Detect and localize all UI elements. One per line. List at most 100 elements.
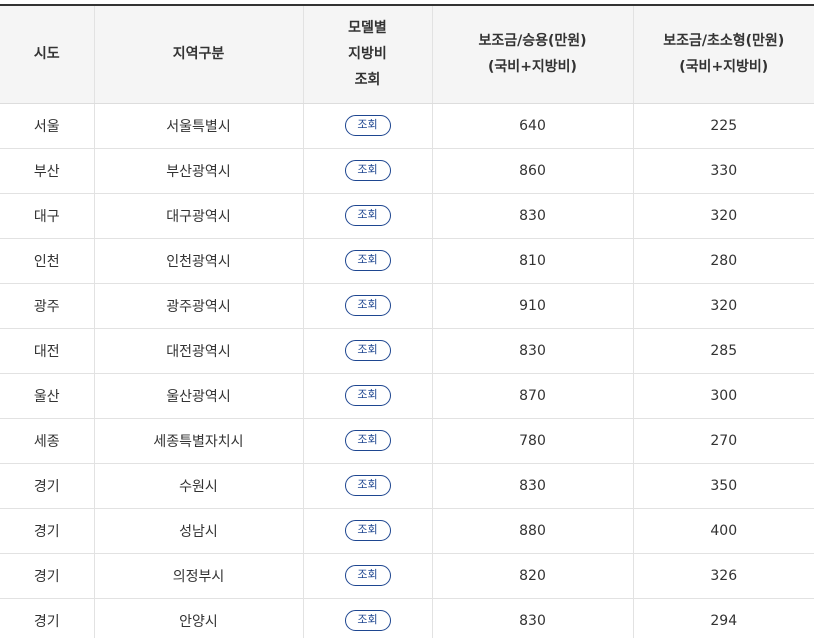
model-lookup-cell: 조회 (302, 103, 432, 149)
subsidy-passenger-cell: 780 (431, 418, 633, 464)
model-lookup-cell: 조회 (302, 283, 432, 329)
subsidy-passenger-cell: 830 (431, 463, 633, 509)
header-subsidy-passenger-line: (국비+지방비) (488, 59, 577, 76)
subsidy-micro-cell: 285 (632, 328, 814, 374)
region-cell: 서울특별시 (93, 103, 303, 149)
sido-cell: 인천 (0, 238, 94, 284)
sido-cell: 경기 (0, 463, 94, 509)
region-cell: 광주광역시 (93, 283, 303, 329)
region-cell: 의정부시 (93, 553, 303, 599)
table-body: 서울 서울특별시 조회 640 225 부산 부산광역시 조회 860 330 대구 대구광역시 조회 8… (0, 103, 814, 638)
subsidy-table: 시도 지역구분 모델별 지방비 조회 보조금/승용(만원) (국비+지방비) 보… (0, 4, 814, 638)
header-region: 지역구분 (93, 4, 303, 104)
lookup-button[interactable]: 조회 (344, 295, 391, 316)
model-lookup-cell: 조회 (302, 598, 432, 638)
model-lookup-cell: 조회 (302, 373, 432, 419)
header-subsidy-micro: 보조금/초소형(만원) (국비+지방비) (632, 4, 814, 104)
header-model-lookup-line: 조회 (354, 72, 381, 89)
table-header: 시도 지역구분 모델별 지방비 조회 보조금/승용(만원) (국비+지방비) 보… (0, 4, 814, 104)
sido-cell: 부산 (0, 148, 94, 194)
region-cell: 울산광역시 (93, 373, 303, 419)
table-row: 서울 서울특별시 조회 640 225 (0, 103, 814, 149)
lookup-button[interactable]: 조회 (344, 250, 391, 271)
table-row: 울산 울산광역시 조회 870 300 (0, 373, 814, 419)
subsidy-passenger-cell: 830 (431, 328, 633, 374)
subsidy-passenger-cell: 880 (431, 508, 633, 554)
model-lookup-cell: 조회 (302, 148, 432, 194)
table-row: 경기 안양시 조회 830 294 (0, 598, 814, 638)
subsidy-micro-cell: 270 (632, 418, 814, 464)
subsidy-passenger-cell: 830 (431, 598, 633, 638)
region-cell: 인천광역시 (93, 238, 303, 284)
region-cell: 대전광역시 (93, 328, 303, 374)
lookup-button[interactable]: 조회 (344, 205, 391, 226)
model-lookup-cell: 조회 (302, 553, 432, 599)
subsidy-micro-cell: 400 (632, 508, 814, 554)
region-cell: 안양시 (93, 598, 303, 638)
sido-cell: 광주 (0, 283, 94, 329)
sido-cell: 경기 (0, 598, 94, 638)
subsidy-passenger-cell: 640 (431, 103, 633, 149)
model-lookup-cell: 조회 (302, 508, 432, 554)
subsidy-micro-cell: 300 (632, 373, 814, 419)
model-lookup-cell: 조회 (302, 463, 432, 509)
lookup-button[interactable]: 조회 (344, 385, 391, 406)
region-cell: 성남시 (93, 508, 303, 554)
lookup-button[interactable]: 조회 (344, 475, 391, 496)
lookup-button[interactable]: 조회 (344, 115, 391, 136)
table-row: 경기 의정부시 조회 820 326 (0, 553, 814, 599)
lookup-button[interactable]: 조회 (344, 340, 391, 361)
table-row: 대전 대전광역시 조회 830 285 (0, 328, 814, 374)
table-row: 경기 성남시 조회 880 400 (0, 508, 814, 554)
table-row: 경기 수원시 조회 830 350 (0, 463, 814, 509)
subsidy-micro-cell: 320 (632, 193, 814, 239)
subsidy-micro-cell: 330 (632, 148, 814, 194)
subsidy-micro-cell: 225 (632, 103, 814, 149)
model-lookup-cell: 조회 (302, 328, 432, 374)
model-lookup-cell: 조회 (302, 238, 432, 284)
subsidy-passenger-cell: 830 (431, 193, 633, 239)
subsidy-micro-cell: 320 (632, 283, 814, 329)
subsidy-passenger-cell: 910 (431, 283, 633, 329)
header-subsidy-passenger-line: 보조금/승용(만원) (478, 33, 587, 50)
lookup-button[interactable]: 조회 (344, 520, 391, 541)
region-cell: 수원시 (93, 463, 303, 509)
lookup-button[interactable]: 조회 (344, 565, 391, 586)
table-row: 세종 세종특별자치시 조회 780 270 (0, 418, 814, 464)
subsidy-passenger-cell: 870 (431, 373, 633, 419)
sido-cell: 세종 (0, 418, 94, 464)
sido-cell: 대구 (0, 193, 94, 239)
region-cell: 부산광역시 (93, 148, 303, 194)
header-row: 시도 지역구분 모델별 지방비 조회 보조금/승용(만원) (국비+지방비) 보… (0, 4, 814, 104)
sido-cell: 울산 (0, 373, 94, 419)
subsidy-passenger-cell: 860 (431, 148, 633, 194)
subsidy-micro-cell: 280 (632, 238, 814, 284)
sido-cell: 대전 (0, 328, 94, 374)
header-subsidy-passenger: 보조금/승용(만원) (국비+지방비) (431, 4, 633, 104)
header-sido: 시도 (0, 4, 94, 104)
lookup-button[interactable]: 조회 (344, 610, 391, 631)
header-model-lookup: 모델별 지방비 조회 (302, 4, 432, 104)
sido-cell: 경기 (0, 553, 94, 599)
subsidy-micro-cell: 350 (632, 463, 814, 509)
sido-cell: 경기 (0, 508, 94, 554)
header-model-lookup-line: 모델별 (348, 20, 387, 37)
model-lookup-cell: 조회 (302, 418, 432, 464)
lookup-button[interactable]: 조회 (344, 430, 391, 451)
header-model-lookup-line: 지방비 (348, 46, 387, 63)
subsidy-passenger-cell: 820 (431, 553, 633, 599)
region-cell: 세종특별자치시 (93, 418, 303, 464)
lookup-button[interactable]: 조회 (344, 160, 391, 181)
table-row: 인천 인천광역시 조회 810 280 (0, 238, 814, 284)
table-row: 광주 광주광역시 조회 910 320 (0, 283, 814, 329)
subsidy-micro-cell: 326 (632, 553, 814, 599)
header-subsidy-micro-line: (국비+지방비) (679, 59, 769, 76)
sido-cell: 서울 (0, 103, 94, 149)
header-subsidy-micro-line: 보조금/초소형(만원) (663, 33, 785, 50)
table-row: 부산 부산광역시 조회 860 330 (0, 148, 814, 194)
subsidy-passenger-cell: 810 (431, 238, 633, 284)
model-lookup-cell: 조회 (302, 193, 432, 239)
subsidy-micro-cell: 294 (632, 598, 814, 638)
region-cell: 대구광역시 (93, 193, 303, 239)
table-row: 대구 대구광역시 조회 830 320 (0, 193, 814, 239)
